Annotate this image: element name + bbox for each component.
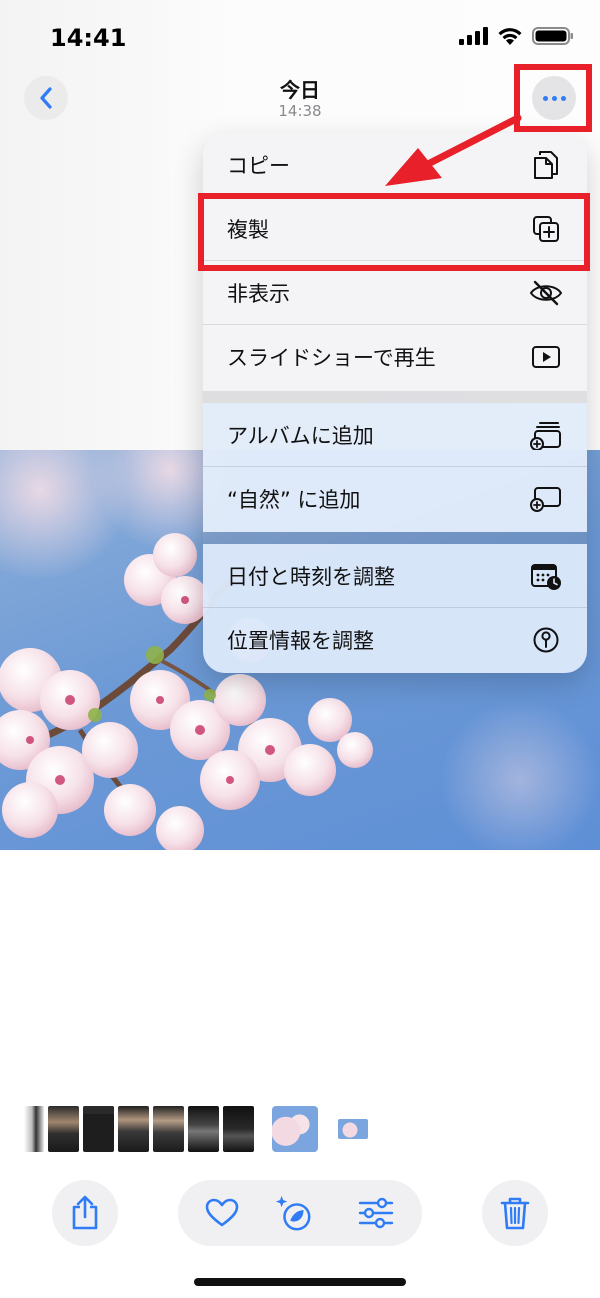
filmstrip[interactable]	[24, 1106, 368, 1152]
status-bar: 14:41	[0, 0, 600, 76]
menu-item-label: スライドショーで再生	[227, 346, 436, 370]
menu-item-slideshow[interactable]: スライドショーで再生	[203, 325, 587, 389]
chevron-left-icon	[40, 87, 52, 109]
battery-icon	[532, 27, 573, 45]
page-subtitle: 14:38	[278, 102, 322, 120]
ellipsis-dot	[551, 95, 557, 101]
menu-item-adjust-date-time[interactable]: 日付と時刻を調整	[203, 544, 587, 608]
add-to-album-icon	[529, 482, 563, 516]
page-title: 今日	[280, 78, 320, 102]
adjust-button[interactable]	[356, 1193, 396, 1233]
magic-retouch-icon	[275, 1195, 311, 1231]
location-icon	[529, 623, 563, 657]
duplicate-icon	[529, 212, 563, 246]
thumbnail[interactable]	[188, 1106, 219, 1152]
add-to-album-icon	[529, 418, 563, 452]
thumbnail[interactable]	[48, 1106, 79, 1152]
thumbnail[interactable]	[223, 1106, 254, 1152]
edit-toolbar-group	[178, 1180, 422, 1246]
menu-item-add-to-nature[interactable]: “自然” に追加	[203, 467, 587, 531]
status-time: 14:41	[50, 24, 127, 52]
magic-retouch-button[interactable]	[274, 1193, 314, 1233]
menu-item-label: コピー	[227, 153, 290, 178]
menu-item-add-to-album[interactable]: アルバムに追加	[203, 403, 587, 467]
eye-slash-icon	[529, 276, 563, 310]
menu-item-label: 非表示	[227, 281, 290, 306]
menu-item-duplicate[interactable]: 複製	[203, 197, 587, 261]
menu-item-hide[interactable]: 非表示	[203, 261, 587, 325]
menu-item-copy[interactable]: コピー	[203, 133, 587, 197]
favorite-button[interactable]	[202, 1193, 242, 1233]
menu-section-3: 日付と時刻を調整 位置情報を調整	[203, 544, 587, 673]
menu-separator	[203, 532, 587, 544]
thumbnail[interactable]	[153, 1106, 184, 1152]
menu-section-1: コピー 複製 非表示 スライドショーで再生	[203, 133, 587, 391]
cellular-signal-icon	[459, 27, 488, 45]
ellipsis-icon	[542, 95, 548, 101]
menu-item-label: 複製	[227, 217, 269, 242]
wifi-icon	[498, 28, 522, 45]
home-indicator[interactable]	[194, 1278, 406, 1286]
thumbnail[interactable]	[83, 1106, 114, 1152]
thumbnail[interactable]	[24, 1106, 44, 1152]
status-icons	[458, 26, 574, 46]
copy-icon	[529, 148, 563, 182]
sliders-icon	[358, 1197, 394, 1229]
calendar-clock-icon	[529, 559, 563, 593]
menu-section-2: アルバムに追加 “自然” に追加	[203, 403, 587, 532]
share-icon	[72, 1195, 98, 1230]
back-button[interactable]	[24, 76, 68, 120]
thumbnail-selected[interactable]	[272, 1106, 318, 1152]
menu-separator	[203, 391, 587, 403]
play-icon	[529, 340, 563, 374]
menu-item-label: 日付と時刻を調整	[227, 564, 395, 589]
menu-item-label: アルバムに追加	[227, 423, 374, 448]
menu-item-label: “自然” に追加	[227, 488, 361, 512]
heart-icon	[205, 1198, 239, 1227]
context-menu: コピー 複製 非表示 スライドショーで再生 アルバムに追加 “自然” に追加 日…	[203, 133, 587, 673]
thumbnail[interactable]	[118, 1106, 149, 1152]
trash-icon	[500, 1197, 530, 1230]
menu-item-label: 位置情報を調整	[227, 629, 374, 653]
more-button[interactable]	[532, 76, 576, 120]
menu-item-adjust-location[interactable]: 位置情報を調整	[203, 608, 587, 672]
delete-button[interactable]	[482, 1180, 548, 1246]
thumbnail[interactable]	[338, 1119, 368, 1139]
ellipsis-dot	[560, 95, 566, 101]
share-button[interactable]	[52, 1180, 118, 1246]
